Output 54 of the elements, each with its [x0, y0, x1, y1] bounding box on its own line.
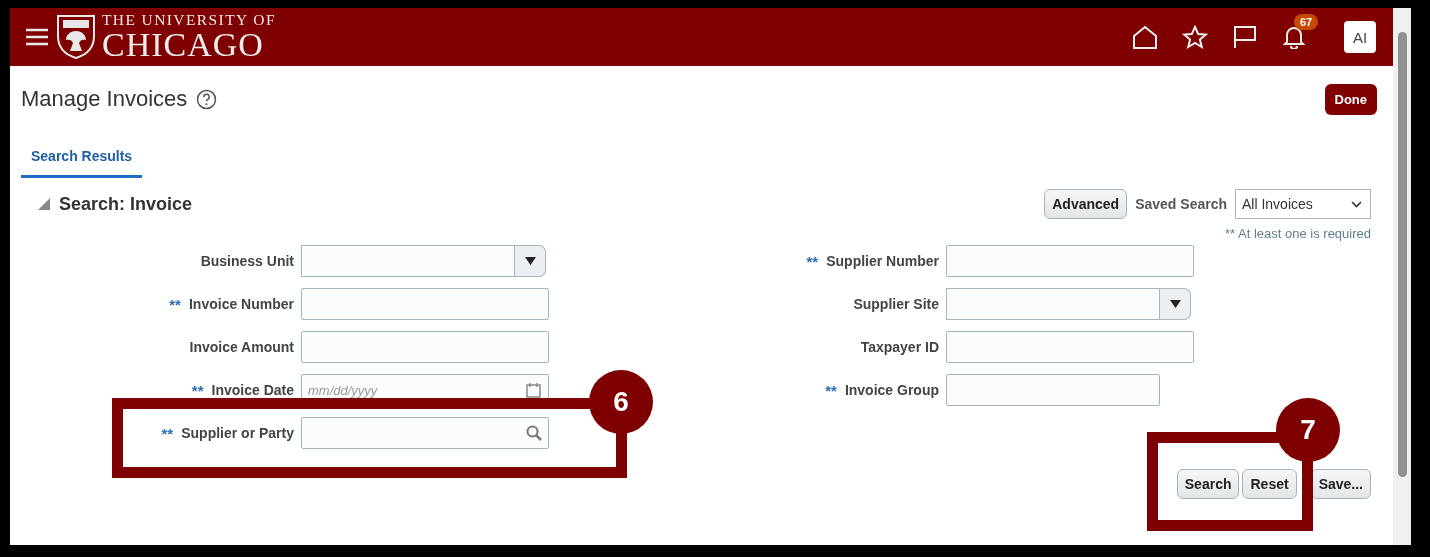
required-marker: **	[169, 295, 181, 313]
input-field[interactable]	[946, 245, 1194, 277]
date-placeholder: mm/dd/yyyy	[308, 382, 378, 398]
menu-icon[interactable]	[26, 28, 48, 46]
field-label: Invoice Number	[188, 296, 294, 312]
field-label: Supplier Number	[826, 253, 939, 269]
collapse-icon[interactable]	[38, 198, 50, 210]
star-icon[interactable]	[1182, 25, 1208, 49]
required-marker: **	[191, 381, 204, 399]
input-field[interactable]	[301, 288, 549, 320]
input-field[interactable]	[301, 331, 549, 363]
flag-icon[interactable]	[1232, 25, 1258, 49]
input-field[interactable]	[946, 374, 1160, 406]
field-label: Invoice Group	[844, 382, 939, 398]
field-label: Invoice Date	[211, 382, 294, 398]
search-icon	[526, 425, 542, 441]
action-button[interactable]: Reset	[1242, 469, 1297, 499]
tab[interactable]: Search Results	[21, 142, 143, 178]
section-title: Search: Invoice	[59, 193, 193, 215]
calendar-icon	[526, 382, 542, 398]
lookup-field[interactable]	[301, 417, 549, 449]
input-field[interactable]	[946, 331, 1194, 363]
action-button[interactable]: Save...	[1310, 469, 1371, 499]
required-marker: **	[825, 381, 837, 399]
dropdown-field[interactable]	[946, 288, 1191, 320]
saved-search-label: Saved Search	[1135, 196, 1227, 212]
done-button[interactable]: Done	[1324, 83, 1377, 115]
logo-text: THE UNIVERSITY OF	[102, 12, 276, 28]
required-marker: **	[161, 424, 174, 442]
field-label: Invoice Amount	[189, 339, 294, 355]
saved-search-dropdown[interactable]: All Invoices	[1235, 189, 1371, 219]
action-button[interactable]: Search	[1176, 469, 1240, 499]
field-label: Supplier or Party	[181, 425, 294, 441]
scrollbar[interactable]	[1393, 8, 1411, 545]
field-label: Supplier Site	[853, 296, 939, 312]
user-avatar[interactable]: AI	[1344, 21, 1376, 53]
step-number: 7	[1276, 398, 1340, 462]
caret-icon	[1169, 300, 1181, 308]
field-label: Business Unit	[200, 253, 294, 269]
advanced-button[interactable]: Advanced	[1044, 189, 1128, 219]
dropdown-field[interactable]	[301, 245, 546, 277]
field-label: Taxpayer ID	[860, 339, 939, 355]
caret-icon	[524, 257, 536, 265]
step-number: 6	[589, 370, 653, 434]
chevron-icon	[1351, 200, 1362, 208]
required-marker: **	[806, 252, 819, 270]
page-title: Manage Invoices	[21, 86, 188, 112]
required-note: ** At least one is required	[1225, 226, 1371, 241]
home-icon[interactable]	[1132, 25, 1158, 49]
bell-icon[interactable]	[1282, 25, 1306, 49]
crest-icon	[56, 14, 96, 60]
help-icon[interactable]	[196, 88, 218, 110]
logo-text: CHICAGO	[102, 27, 265, 62]
notification-badge: 67	[1294, 14, 1319, 30]
